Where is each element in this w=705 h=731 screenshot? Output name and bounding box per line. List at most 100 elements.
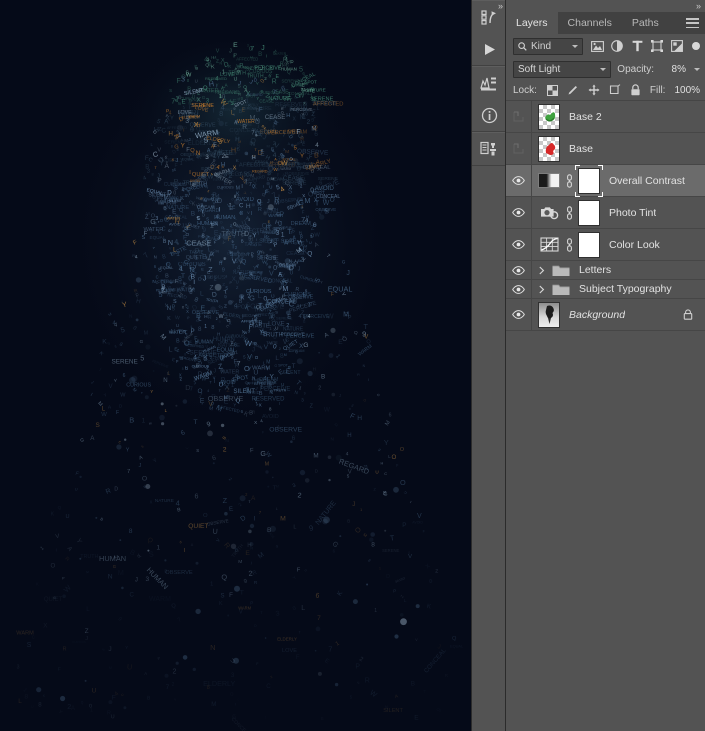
svg-text:2: 2	[190, 269, 194, 276]
svg-text:9: 9	[251, 255, 253, 259]
svg-text:N: N	[225, 438, 229, 444]
svg-text:M: M	[146, 211, 150, 216]
document-canvas[interactable]: QWATERWARM74UWATER2CEASE3B2PJ7REGARDSPOT…	[0, 0, 471, 731]
tab-layers[interactable]: Layers	[506, 12, 558, 34]
mask-link-icon[interactable]	[563, 238, 575, 252]
lock-position-icon[interactable]	[588, 84, 600, 97]
svg-text:6: 6	[219, 320, 221, 324]
histogram-panel-icon[interactable]	[472, 67, 506, 99]
layers-panel: » Layers Channels Paths Kind Soft Light …	[505, 0, 705, 731]
svg-text:B: B	[249, 411, 253, 417]
filter-type-icon[interactable]	[630, 39, 644, 53]
svg-text:S: S	[221, 594, 225, 600]
fill-value[interactable]: 100%	[674, 85, 700, 96]
svg-text:J: J	[346, 270, 350, 277]
visibility-eye-icon[interactable]	[506, 280, 532, 298]
visibility-eye-icon[interactable]	[506, 197, 532, 228]
layer-row[interactable]: Color Look	[506, 229, 705, 261]
svg-text:U: U	[212, 527, 218, 536]
layer-thumbnail[interactable]	[538, 302, 560, 328]
visibility-eye-icon[interactable]	[506, 299, 532, 330]
play-action-icon[interactable]	[472, 33, 506, 65]
photoshop-window: QWATERWARM74UWATER2CEASE3B2PJ7REGARDSPOT…	[0, 0, 705, 731]
layer-row[interactable]: Overall Contrast	[506, 165, 705, 197]
layer-thumbnail[interactable]	[538, 173, 560, 188]
filter-pixel-icon[interactable]	[590, 39, 604, 53]
filter-adjustment-icon[interactable]	[610, 39, 624, 53]
filter-kind-select[interactable]: Kind	[513, 38, 583, 55]
svg-text:U: U	[75, 486, 78, 491]
layer-mask-thumbnail[interactable]	[578, 168, 600, 194]
svg-text:1: 1	[210, 223, 214, 230]
svg-text:Q: Q	[58, 505, 62, 510]
svg-text:1: 1	[287, 90, 291, 99]
svg-text:O: O	[364, 398, 367, 402]
svg-text:3: 3	[233, 234, 235, 238]
group-disclosure-icon[interactable]	[537, 266, 546, 275]
svg-text:T: T	[194, 419, 198, 426]
visibility-off-icon[interactable]	[506, 133, 532, 164]
visibility-eye-icon[interactable]	[506, 261, 532, 279]
layer-row[interactable]: Subject Typography	[506, 280, 705, 299]
layer-row[interactable]: Letters	[506, 261, 705, 280]
layer-mask-thumbnail[interactable]	[578, 232, 600, 258]
svg-text:J: J	[217, 236, 220, 242]
layer-name: Base	[569, 143, 593, 155]
collapsed-panel-dock[interactable]: »	[471, 0, 505, 731]
svg-text:V: V	[364, 334, 368, 340]
svg-text:NATURE: NATURE	[307, 87, 326, 92]
tab-paths[interactable]: Paths	[622, 12, 669, 34]
svg-text:G: G	[303, 342, 308, 349]
svg-text:0: 0	[189, 285, 192, 291]
svg-text:X: X	[283, 148, 285, 152]
layer-row[interactable]: Base 2	[506, 101, 705, 133]
panel-menu-icon[interactable]	[686, 18, 699, 28]
visibility-eye-icon[interactable]	[506, 229, 532, 260]
svg-text:6: 6	[195, 493, 199, 501]
svg-text:G: G	[249, 294, 255, 303]
svg-text:AFFECTED: AFFECTED	[236, 57, 258, 62]
lock-image-icon[interactable]	[567, 84, 579, 97]
opacity-chevron-down-icon[interactable]	[694, 68, 700, 71]
layer-row[interactable]: Photo Tint	[506, 197, 705, 229]
svg-text:E: E	[260, 151, 265, 158]
svg-text:X: X	[233, 166, 237, 172]
svg-text:G: G	[174, 144, 179, 150]
svg-text:T: T	[240, 590, 244, 597]
lock-all-icon[interactable]	[630, 84, 641, 97]
group-disclosure-icon[interactable]	[537, 285, 546, 294]
svg-text:1: 1	[379, 566, 381, 570]
svg-text:X: X	[267, 380, 270, 385]
svg-text:ELDERLY: ELDERLY	[182, 115, 199, 119]
layer-mask-thumbnail[interactable]	[578, 200, 600, 226]
color-lookup-icon[interactable]	[538, 234, 560, 256]
lock-transparency-icon[interactable]	[547, 84, 558, 97]
photo-filter-icon[interactable]	[538, 202, 560, 224]
svg-text:8: 8	[152, 173, 154, 177]
layer-lock-icon[interactable]	[683, 309, 693, 320]
tab-channels[interactable]: Channels	[558, 12, 622, 34]
svg-text:J: J	[108, 646, 111, 653]
opacity-value[interactable]: 8%	[660, 64, 686, 75]
info-panel-icon[interactable]	[472, 99, 506, 131]
svg-text:2: 2	[318, 386, 321, 392]
svg-text:1: 1	[222, 70, 225, 76]
layer-thumbnail[interactable]	[538, 136, 560, 162]
blend-mode-select[interactable]: Soft Light	[513, 61, 611, 78]
panel-collapse-button[interactable]: »	[506, 0, 705, 12]
filter-enable-toggle[interactable]	[692, 42, 700, 50]
dock-collapse-button[interactable]: »	[472, 0, 506, 13]
mask-link-icon[interactable]	[563, 174, 575, 188]
layer-thumbnail[interactable]	[538, 104, 560, 130]
layer-row[interactable]: Background	[506, 299, 705, 331]
lock-artboard-icon[interactable]	[609, 84, 621, 97]
visibility-off-icon[interactable]	[506, 101, 532, 132]
visibility-eye-icon[interactable]	[506, 165, 532, 196]
clone-source-panel-icon[interactable]	[472, 133, 506, 165]
filter-smartobject-icon[interactable]	[670, 39, 684, 53]
layer-row[interactable]: Base	[506, 133, 705, 165]
filter-shape-icon[interactable]	[650, 39, 664, 53]
mask-link-icon[interactable]	[563, 206, 575, 220]
svg-text:H: H	[297, 303, 301, 309]
svg-text:N: N	[385, 706, 389, 712]
